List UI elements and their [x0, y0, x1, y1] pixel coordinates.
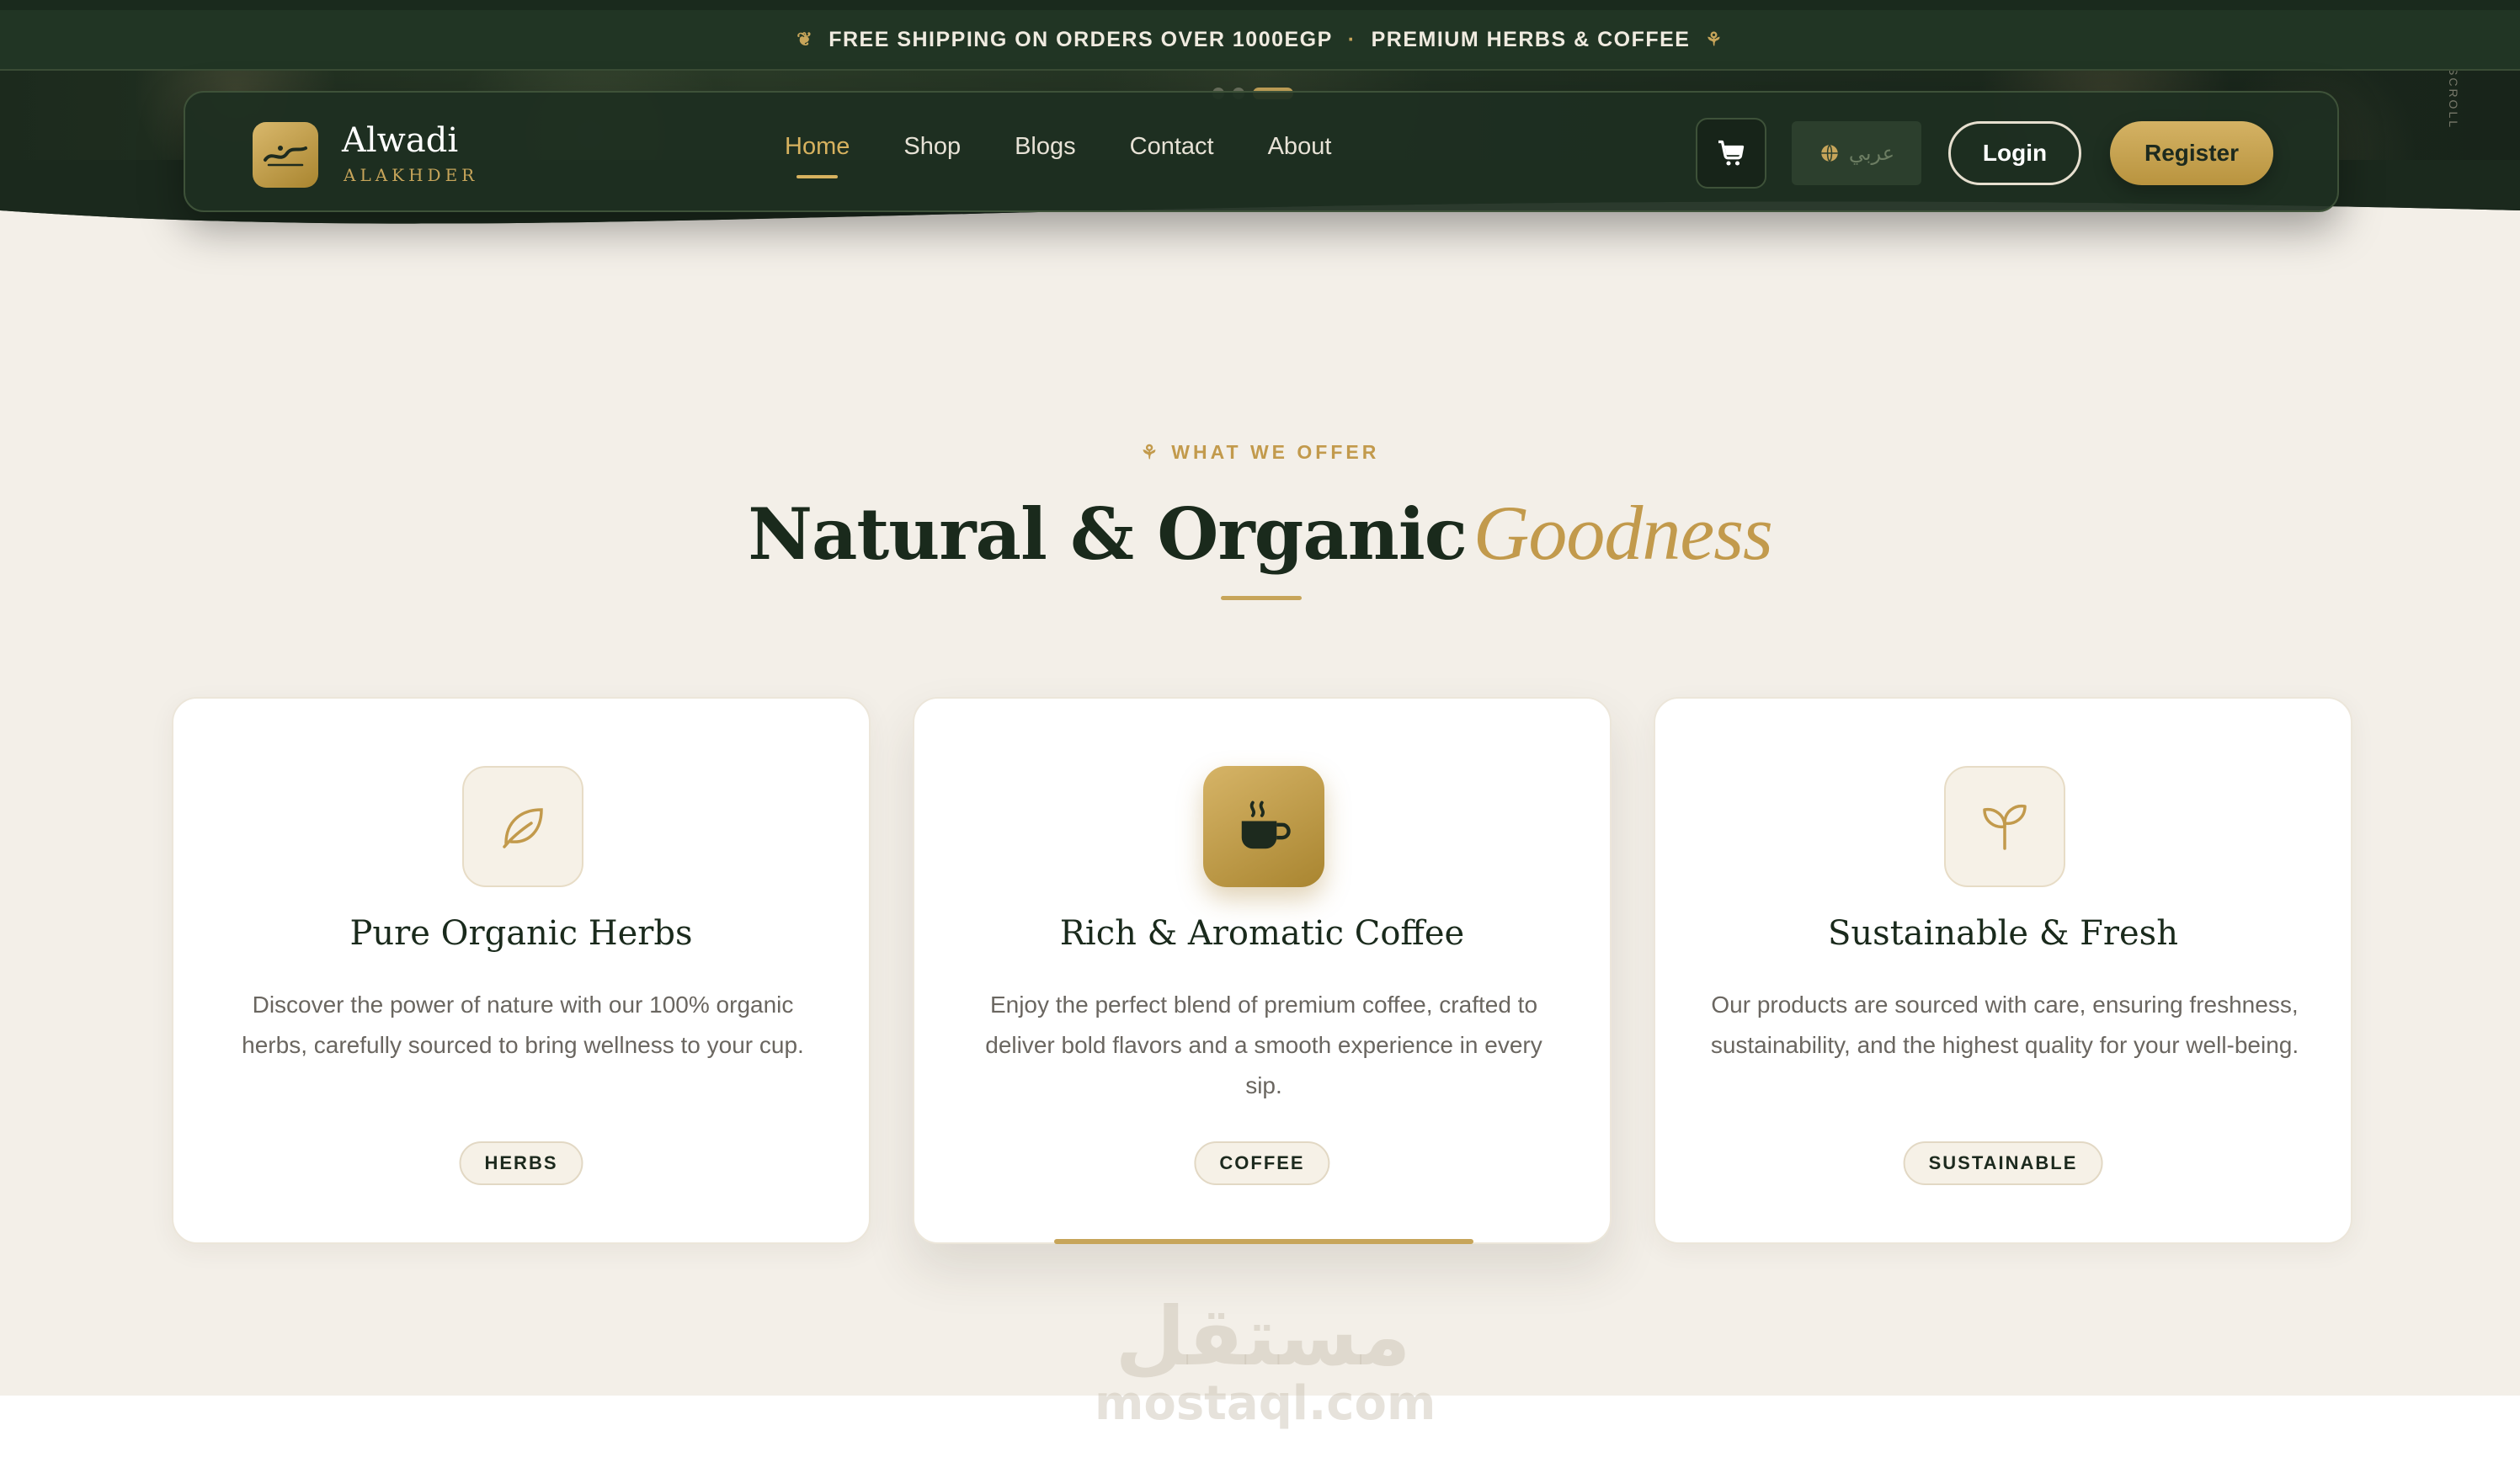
watermark-latin: mostaql.com	[1095, 1376, 1436, 1431]
card-description: Our products are sourced with care, ensu…	[1710, 992, 2299, 1058]
section-title-accent: Goodness	[1473, 490, 1773, 576]
sprout-icon: ⚘	[1705, 29, 1724, 50]
announcement-shipping: FREE SHIPPING ON ORDERS OVER 1000EGP	[828, 27, 1333, 51]
section-title: Natural & OrganicGoodness	[0, 488, 2520, 577]
register-button[interactable]: Register	[2110, 121, 2273, 185]
sprout-icon: ⚘	[1140, 441, 1162, 463]
card-title: Rich & Aromatic Coffee	[1059, 914, 1465, 953]
nav-link-contact[interactable]: Contact	[1130, 133, 1214, 183]
cart-icon	[1718, 140, 1745, 166]
globe-icon	[1821, 144, 1838, 162]
nav-link-about[interactable]: About	[1268, 133, 1332, 183]
language-toggle[interactable]: عربي	[1792, 121, 1921, 185]
card-icon-box	[1944, 766, 2065, 887]
coffee-cup-icon	[1241, 800, 1291, 849]
leaf-icon	[503, 808, 543, 848]
section-title-main: Natural & Organic	[748, 492, 1468, 576]
brand-subtitle: ALAKHDER	[344, 165, 479, 185]
sprout-icon	[1983, 804, 2027, 850]
card-icon-box	[1203, 766, 1324, 887]
card-tag-coffee[interactable]: COFFEE	[1194, 1141, 1330, 1185]
announcement-bar: ❦ FREE SHIPPING ON ORDERS OVER 1000EGP ·…	[0, 0, 2520, 71]
card-active-underline	[1054, 1239, 1473, 1244]
card-icon-box	[462, 766, 583, 887]
card-description: Discover the power of nature with our 10…	[242, 992, 804, 1058]
announcement-premium: PREMIUM HERBS & COFFEE	[1371, 27, 1691, 51]
offer-card-herbs[interactable]: Pure Organic Herbs Discover the power of…	[172, 697, 871, 1244]
section-eyebrow-text: WHAT WE OFFER	[1171, 441, 1380, 463]
main-navbar: Alwadi ALAKHDER Home Shop Blogs Contact …	[184, 91, 2339, 212]
card-tag-sustainable[interactable]: SUSTAINABLE	[1903, 1141, 2103, 1185]
language-label: عربي	[1848, 141, 1895, 165]
login-button[interactable]: Login	[1948, 121, 2081, 185]
offer-card-sustainable[interactable]: Sustainable & Fresh Our products are sou…	[1654, 697, 2352, 1244]
card-description: Enjoy the perfect blend of premium coffe…	[985, 992, 1542, 1098]
nav-links: Home Shop Blogs Contact About	[785, 133, 1385, 183]
watermark: مستقل mostaql.com	[1095, 1289, 1436, 1431]
watermark-arabic: مستقل	[1115, 1289, 1411, 1384]
cart-button[interactable]	[1696, 118, 1766, 189]
title-underline	[1221, 596, 1302, 600]
brand-name[interactable]: Alwadi	[342, 121, 458, 160]
offer-card-coffee[interactable]: Rich & Aromatic Coffee Enjoy the perfect…	[913, 697, 1612, 1244]
nav-link-shop[interactable]: Shop	[903, 133, 961, 183]
card-title: Pure Organic Herbs	[349, 914, 693, 953]
announcement-separator: ·	[1347, 27, 1356, 51]
section-eyebrow: ⚘ WHAT WE OFFER	[0, 441, 2520, 464]
leaf-icon: ❦	[796, 29, 814, 50]
nav-link-home[interactable]: Home	[785, 133, 850, 183]
nav-link-blogs[interactable]: Blogs	[1015, 133, 1076, 183]
logo-mark-icon	[264, 146, 307, 167]
brand-logo[interactable]	[253, 122, 318, 188]
scroll-label: SCROLL	[2447, 67, 2460, 130]
card-tag-herbs[interactable]: HERBS	[459, 1141, 583, 1185]
card-title: Sustainable & Fresh	[1828, 914, 2178, 953]
